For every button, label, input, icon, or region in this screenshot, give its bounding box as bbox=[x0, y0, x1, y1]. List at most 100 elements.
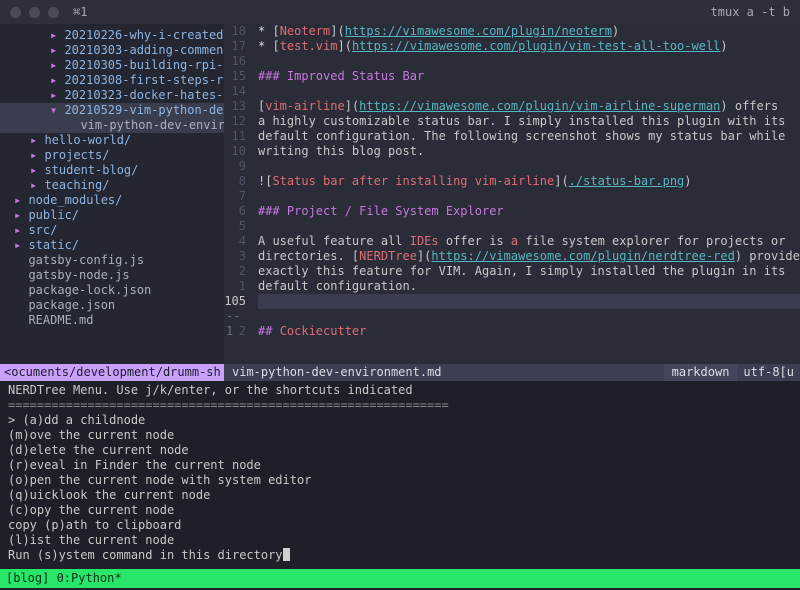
tree-item-label: 20210308-first-steps-rpi-| bbox=[64, 73, 224, 87]
chevron-icon: ▸ bbox=[50, 88, 64, 102]
chevron-icon: ▸ bbox=[14, 208, 28, 222]
tree-item-label: 20210305-building-rpi-clu| bbox=[64, 58, 224, 72]
menu-item[interactable]: > (a)dd a childnode bbox=[8, 413, 792, 428]
chevron-icon: ▸ bbox=[50, 58, 64, 72]
fold-marker bbox=[258, 309, 800, 324]
link-label[interactable]: test.vim bbox=[280, 39, 338, 53]
window-title-right: tmux a -t b bbox=[711, 5, 790, 19]
tree-folder[interactable]: ▸ public/ bbox=[0, 208, 224, 223]
menu-item[interactable]: (d)elete the current node bbox=[8, 443, 792, 458]
image-url[interactable]: ./status-bar.png bbox=[569, 174, 685, 188]
md-heading: ### Project / File System Explorer bbox=[258, 204, 504, 218]
menu-item[interactable]: (m)ove the current node bbox=[8, 428, 792, 443]
menu-item[interactable]: (q)uicklook the current node bbox=[8, 488, 792, 503]
tmux-status-bar[interactable]: [blog] 0:Python* bbox=[0, 569, 800, 588]
chevron-icon: ▸ bbox=[14, 223, 28, 237]
tree-item-label: node_modules/ bbox=[28, 193, 122, 207]
close-dot[interactable] bbox=[10, 7, 21, 18]
line-number: 1 bbox=[224, 279, 246, 294]
chevron-icon: ▸ bbox=[14, 238, 28, 252]
tree-item-label: 20210303-adding-comments-| bbox=[64, 43, 224, 57]
editor-line: exactly this feature for VIM. Again, I s… bbox=[258, 264, 800, 279]
tree-folder[interactable]: ▸ projects/ bbox=[0, 148, 224, 163]
tree-file[interactable]: package-lock.json bbox=[0, 283, 224, 298]
tree-folder[interactable]: ▸ hello-world/ bbox=[0, 133, 224, 148]
image-alt: Status bar after installing vim-airline bbox=[272, 174, 554, 188]
chevron-icon: ▸ bbox=[30, 148, 44, 162]
tree-folder[interactable]: ▾ 20210529-vim-python-dev-e| bbox=[0, 103, 224, 118]
line-number: 17 bbox=[224, 39, 246, 54]
line-number: 15 bbox=[224, 69, 246, 84]
cursor-line bbox=[258, 294, 800, 309]
editor-line: writing this blog post. bbox=[258, 144, 800, 159]
tree-folder[interactable]: ▸ teaching/ bbox=[0, 178, 224, 193]
tree-file[interactable]: package.json bbox=[0, 298, 224, 313]
cursor bbox=[283, 548, 290, 561]
tree-item-label: 20210529-vim-python-dev-e| bbox=[64, 103, 224, 117]
tree-item-label: public/ bbox=[28, 208, 79, 222]
tree-item-label: src/ bbox=[28, 223, 57, 237]
line-number: 3 bbox=[224, 249, 246, 264]
link-url[interactable]: https://vimawesome.com/plugin/vim-airlin… bbox=[359, 99, 720, 113]
line-number: 18 bbox=[224, 24, 246, 39]
chevron-icon bbox=[14, 298, 28, 312]
tree-folder[interactable]: ▸ 20210303-adding-comments-| bbox=[0, 43, 224, 58]
line-number: 11 bbox=[224, 129, 246, 144]
tree-folder[interactable]: ▸ node_modules/ bbox=[0, 193, 224, 208]
status-filename: vim-python-dev-environment.md bbox=[224, 364, 664, 381]
tree-item-label: gatsby-node.js bbox=[28, 268, 129, 282]
editor-line bbox=[258, 159, 800, 174]
tree-item-label: projects/ bbox=[44, 148, 109, 162]
chevron-icon: ▸ bbox=[30, 178, 44, 192]
min-dot[interactable] bbox=[29, 7, 40, 18]
tree-folder[interactable]: ▸ 20210226-why-i-created-my-| bbox=[0, 28, 224, 43]
tree-file[interactable]: README.md bbox=[0, 313, 224, 328]
tree-folder[interactable]: ▸ static/ bbox=[0, 238, 224, 253]
link-url[interactable]: https://vimawesome.com/plugin/neoterm bbox=[345, 24, 612, 38]
tree-folder[interactable]: ▸ src/ bbox=[0, 223, 224, 238]
menu-item[interactable]: (l)ist the current node bbox=[8, 533, 792, 548]
link-url[interactable]: https://vimawesome.com/plugin/nerdtree-r… bbox=[431, 249, 734, 263]
status-bar: <ocuments/development/drumm-sh vim-pytho… bbox=[0, 364, 800, 381]
menu-item[interactable]: (o)pen the current node with system edit… bbox=[8, 473, 792, 488]
file-tree[interactable]: ▸ 20210226-why-i-created-my-|▸ 20210303-… bbox=[0, 24, 224, 364]
menu-item[interactable]: Run (s)ystem command in this directory bbox=[8, 548, 792, 563]
link-url[interactable]: https://vimawesome.com/plugin/vim-test-a… bbox=[352, 39, 720, 53]
chevron-icon: ▸ bbox=[14, 193, 28, 207]
tree-item-label: static/ bbox=[28, 238, 79, 252]
traffic-lights[interactable] bbox=[10, 7, 59, 18]
line-number: 16 bbox=[224, 54, 246, 69]
line-number: -- 1 bbox=[224, 309, 246, 324]
line-number: 13 bbox=[224, 99, 246, 114]
nerdtree-menu[interactable]: NERDTree Menu. Use j/k/enter, or the sho… bbox=[0, 381, 800, 569]
tree-item-label: hello-world/ bbox=[44, 133, 131, 147]
line-number: 8 bbox=[224, 174, 246, 189]
tree-folder[interactable]: ▸ 20210308-first-steps-rpi-| bbox=[0, 73, 224, 88]
tree-file[interactable]: vim-python-dev-environm| bbox=[0, 118, 224, 133]
line-number-gutter: 181716151413121110987654321105-- 12 bbox=[224, 24, 252, 364]
link-label[interactable]: vim-airline bbox=[265, 99, 344, 113]
zoom-dot[interactable] bbox=[48, 7, 59, 18]
tree-file[interactable]: gatsby-config.js bbox=[0, 253, 224, 268]
editor-line bbox=[258, 84, 800, 99]
editor-pane[interactable]: * [Neoterm](https://vimawesome.com/plugi… bbox=[252, 24, 800, 364]
md-heading: Cockiecutter bbox=[280, 324, 367, 338]
chevron-icon: ▸ bbox=[50, 43, 64, 57]
tree-folder[interactable]: ▸ 20210305-building-rpi-clu| bbox=[0, 58, 224, 73]
line-number: 105 bbox=[224, 294, 246, 309]
link-label[interactable]: NERDTree bbox=[359, 249, 417, 263]
tree-item-label: teaching/ bbox=[44, 178, 109, 192]
menu-item[interactable]: copy (p)ath to clipboard bbox=[8, 518, 792, 533]
chevron-icon: ▸ bbox=[30, 163, 44, 177]
link-label[interactable]: Neoterm bbox=[280, 24, 331, 38]
window-titlebar: ⌘1 tmux a -t b bbox=[0, 0, 800, 24]
tree-folder[interactable]: ▸ student-blog/ bbox=[0, 163, 224, 178]
tree-item-label: student-blog/ bbox=[44, 163, 138, 177]
menu-item[interactable]: (r)eveal in Finder the current node bbox=[8, 458, 792, 473]
editor-line bbox=[258, 54, 800, 69]
menu-item[interactable]: (c)opy the current node bbox=[8, 503, 792, 518]
line-number: 6 bbox=[224, 204, 246, 219]
tree-file[interactable]: gatsby-node.js bbox=[0, 268, 224, 283]
tree-folder[interactable]: ▸ 20210323-docker-hates-me-| bbox=[0, 88, 224, 103]
tree-item-label: 20210226-why-i-created-my-| bbox=[64, 28, 224, 42]
